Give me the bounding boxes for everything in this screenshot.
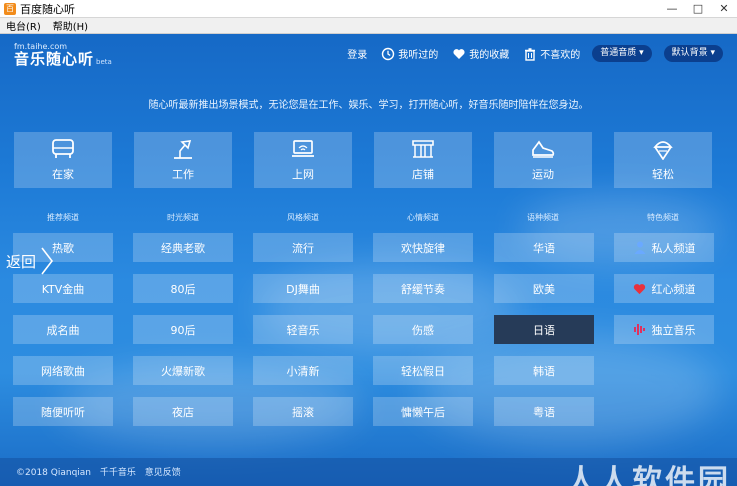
maximize-icon[interactable]: □ [685,0,711,17]
scene-label: 运动 [532,168,554,181]
close-icon[interactable]: ✕ [711,0,737,17]
scene-label: 轻松 [652,168,674,181]
channel-button[interactable]: 轻音乐 [253,315,353,344]
channel-label: 私人频道 [651,241,696,255]
heart-icon [633,282,647,296]
channel-button[interactable]: 流行 [253,233,353,262]
watermark: 人人软件园 [566,464,731,486]
scene-label: 店铺 [412,168,434,181]
channel-button-selected[interactable]: 日语 [494,315,594,344]
channel-indie[interactable]: 独立音乐 [614,315,714,344]
scene-work[interactable]: 工作 [134,132,232,188]
column-head-mood: 心情频道 [407,213,439,222]
user-icon [633,241,647,255]
favorites-link[interactable]: 我的收藏 [452,46,509,61]
chevron-right-icon [40,246,54,276]
sofa-icon [49,138,77,160]
channel-button[interactable]: 90后 [133,315,233,344]
channel-favorite[interactable]: 红心频道 [614,274,714,303]
column-head-era: 时光频道 [167,213,199,222]
background-dropdown[interactable]: 默认背景 ▾ [663,45,723,62]
dislike-label: 不喜欢的 [540,50,581,61]
channel-button[interactable]: 成名曲 [13,315,113,344]
scene-label: 工作 [172,168,194,181]
menu-radio[interactable]: 电台(R) [6,18,41,33]
scene-intro-text: 随心听最新推出场景模式，无论您是在工作、娱乐、学习，打开随心听，好音乐随时陪伴在… [148,100,589,111]
logo-name: 音乐随心听 [14,50,95,68]
channel-button[interactable]: 火爆新歌 [133,356,233,385]
copyright-text: ©2018 Qianqian [16,468,92,478]
history-link[interactable]: 我听过的 [381,46,438,61]
column-head-featured: 特色频道 [647,213,679,222]
window-title: 百度随心听 [20,2,75,16]
channel-private[interactable]: 私人频道 [614,233,714,262]
scene-relax[interactable]: 轻松 [614,132,712,188]
channel-button[interactable]: 夜店 [133,397,233,426]
shop-icon [409,138,437,160]
channel-button[interactable]: 摇滚 [253,397,353,426]
favorites-label: 我的收藏 [469,50,510,61]
channel-button[interactable]: 粤语 [494,397,594,426]
sneaker-icon [529,138,557,160]
back-button[interactable]: 返回 [6,246,54,276]
column-head-language: 语种频道 [527,213,559,222]
laptop-icon [289,138,317,160]
menu-help[interactable]: 帮助(H) [53,18,88,33]
channel-label: 红心频道 [651,282,696,296]
scene-online[interactable]: 上网 [254,132,352,188]
logo[interactable]: fm.taihe.com 音乐随心听 beta [14,42,112,68]
channel-button[interactable]: 欧美 [494,274,594,303]
heart-icon [452,47,466,61]
desk-lamp-icon [169,138,197,160]
qianqian-link[interactable]: 千千音乐 [100,468,136,478]
feedback-link[interactable]: 意见反馈 [145,468,181,478]
channel-label: 独立音乐 [651,323,696,337]
scene-label: 在家 [52,168,74,181]
back-label: 返回 [6,252,37,271]
scene-sports[interactable]: 运动 [494,132,592,188]
trash-icon [523,47,537,61]
channel-button[interactable]: 慵懒午后 [373,397,473,426]
scene-shop[interactable]: 店铺 [374,132,472,188]
quality-dropdown[interactable]: 普通音质 ▾ [592,45,652,62]
ice-cream-icon [649,138,677,160]
channel-button[interactable]: 伤感 [373,315,473,344]
channel-button[interactable]: 舒缓节奏 [373,274,473,303]
channel-button[interactable]: DJ舞曲 [253,274,353,303]
channel-button[interactable]: 小清新 [253,356,353,385]
history-label: 我听过的 [398,50,439,61]
column-head-style: 风格频道 [287,213,319,222]
minimize-icon[interactable]: — [659,0,685,17]
channel-button[interactable]: KTV金曲 [13,274,113,303]
channel-button[interactable]: 随便听听 [13,397,113,426]
app-icon: 百 [4,2,16,15]
channel-button[interactable]: 华语 [494,233,594,262]
main-content: fm.taihe.com 音乐随心听 beta 登录 我听过的 我的收藏 不喜欢… [0,34,737,486]
logo-beta: beta [96,58,112,66]
sound-wave-icon [633,323,647,337]
footer: ©2018 Qianqian 千千音乐 意见反馈 人人软件园 [0,458,737,486]
channel-button[interactable]: 80后 [133,274,233,303]
title-bar: 百 百度随心听 — □ ✕ [0,0,737,18]
channel-button[interactable]: 欢快旋律 [373,233,473,262]
channel-button[interactable]: 轻松假日 [373,356,473,385]
top-nav: 登录 我听过的 我的收藏 不喜欢的 普通音质 ▾ 默认背景 ▾ [333,45,723,62]
window-controls: — □ ✕ [659,0,737,17]
channel-button[interactable]: 韩语 [494,356,594,385]
scene-home[interactable]: 在家 [14,132,112,188]
dislike-link[interactable]: 不喜欢的 [523,46,580,61]
header: fm.taihe.com 音乐随心听 beta 登录 我听过的 我的收藏 不喜欢… [0,34,737,76]
channel-button[interactable]: 经典老歌 [133,233,233,262]
clock-icon [381,47,395,61]
login-link[interactable]: 登录 [347,46,367,61]
scene-label: 上网 [292,168,314,181]
menu-bar: 电台(R) 帮助(H) [0,18,737,34]
footer-links: ©2018 Qianqian 千千音乐 意见反馈 [16,465,187,478]
column-head-recommend: 推荐频道 [47,213,79,222]
channel-button[interactable]: 网络歌曲 [13,356,113,385]
